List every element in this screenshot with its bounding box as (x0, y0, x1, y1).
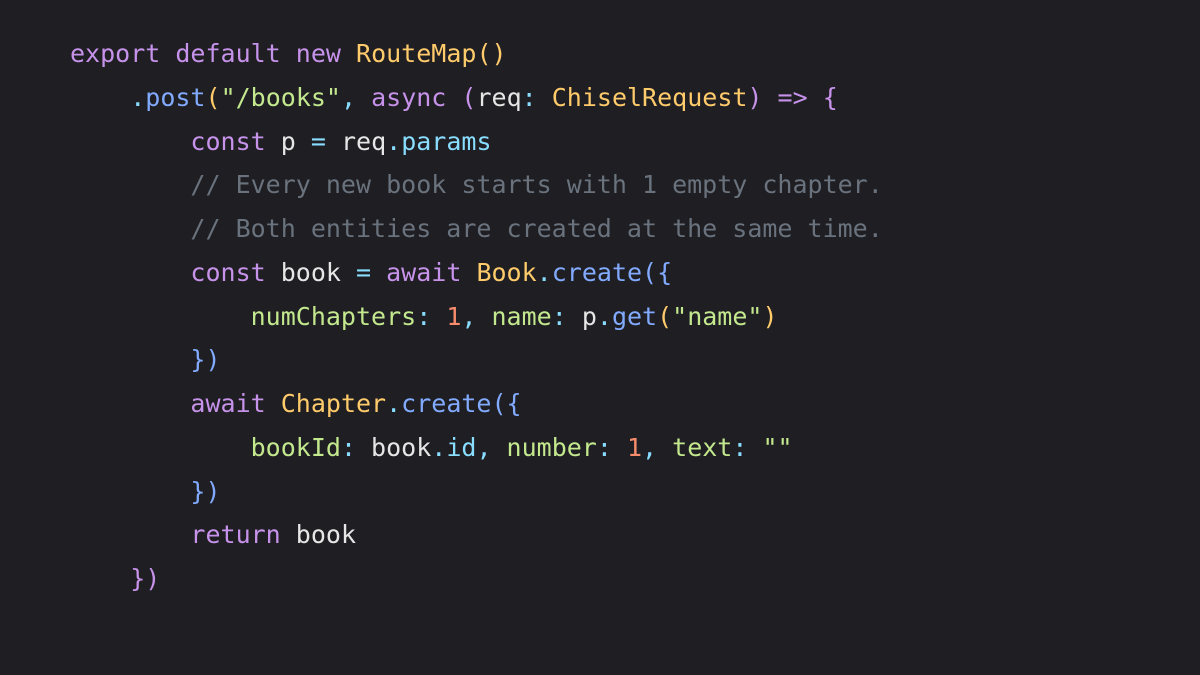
ident-p: p (582, 302, 597, 331)
method-create: create (552, 258, 642, 287)
colon: : (522, 83, 552, 112)
key-bookid: bookId (251, 433, 341, 462)
paren-close: ) (762, 302, 777, 331)
string-name: "name" (672, 302, 762, 331)
key-number: number (507, 433, 597, 462)
method-get: get (612, 302, 657, 331)
class-book: Book (476, 258, 536, 287)
colon: : (416, 302, 446, 331)
dot: . (130, 83, 145, 112)
method-post: post (145, 83, 205, 112)
equals: = (341, 258, 386, 287)
string-empty: "" (762, 433, 792, 462)
comma: , (461, 302, 491, 331)
class-chapter: Chapter (281, 389, 386, 418)
keyword-await: await (190, 389, 265, 418)
keyword-export: export (70, 39, 160, 68)
prop-params: params (401, 127, 491, 156)
keyword-async: async (371, 83, 446, 112)
keyword-default: default (175, 39, 280, 68)
dot: . (386, 389, 401, 418)
number-1: 1 (627, 433, 642, 462)
dot: . (537, 258, 552, 287)
paren-brace-open: ({ (491, 389, 521, 418)
dot: . (431, 433, 446, 462)
comma: , (341, 83, 371, 112)
keyword-await: await (386, 258, 461, 287)
key-name: name (491, 302, 551, 331)
paren-brace-close: }) (190, 345, 220, 374)
ident-req: req (476, 83, 521, 112)
class-chiselrequest: ChiselRequest (552, 83, 748, 112)
comma: , (642, 433, 672, 462)
keyword-new: new (296, 39, 341, 68)
ident-p: p (281, 127, 296, 156)
dot: . (386, 127, 401, 156)
brace-open: { (823, 83, 838, 112)
prop-id: id (446, 433, 476, 462)
string-books: "/books" (221, 83, 341, 112)
dot: . (597, 302, 612, 331)
keyword-return: return (190, 520, 280, 549)
paren-open: ( (461, 83, 476, 112)
colon: : (597, 433, 627, 462)
space (446, 83, 461, 112)
comma: , (476, 433, 506, 462)
keyword-const: const (190, 127, 265, 156)
arrow: => (762, 83, 822, 112)
colon: : (341, 433, 371, 462)
paren-brace-close: }) (190, 477, 220, 506)
number-1: 1 (446, 302, 461, 331)
method-create: create (401, 389, 491, 418)
paren-brace-close: }) (130, 564, 160, 593)
ident-book: book (281, 258, 341, 287)
paren: () (476, 39, 506, 68)
ident-book: book (296, 520, 356, 549)
ident-req: req (341, 127, 386, 156)
comment-line: // Both entities are created at the same… (190, 214, 882, 243)
paren-open: ( (206, 83, 221, 112)
comment-line: // Every new book starts with 1 empty ch… (190, 170, 882, 199)
key-numchapters: numChapters (251, 302, 417, 331)
paren-open: ( (657, 302, 672, 331)
ident-book: book (371, 433, 431, 462)
class-routemap: RouteMap (356, 39, 476, 68)
paren-brace-open: ({ (642, 258, 672, 287)
paren-close: ) (747, 83, 762, 112)
colon: : (552, 302, 582, 331)
code-block: export default new RouteMap() .post("/bo… (0, 0, 1200, 633)
key-text: text (672, 433, 732, 462)
colon: : (732, 433, 762, 462)
equals: = (296, 127, 341, 156)
keyword-const: const (190, 258, 265, 287)
